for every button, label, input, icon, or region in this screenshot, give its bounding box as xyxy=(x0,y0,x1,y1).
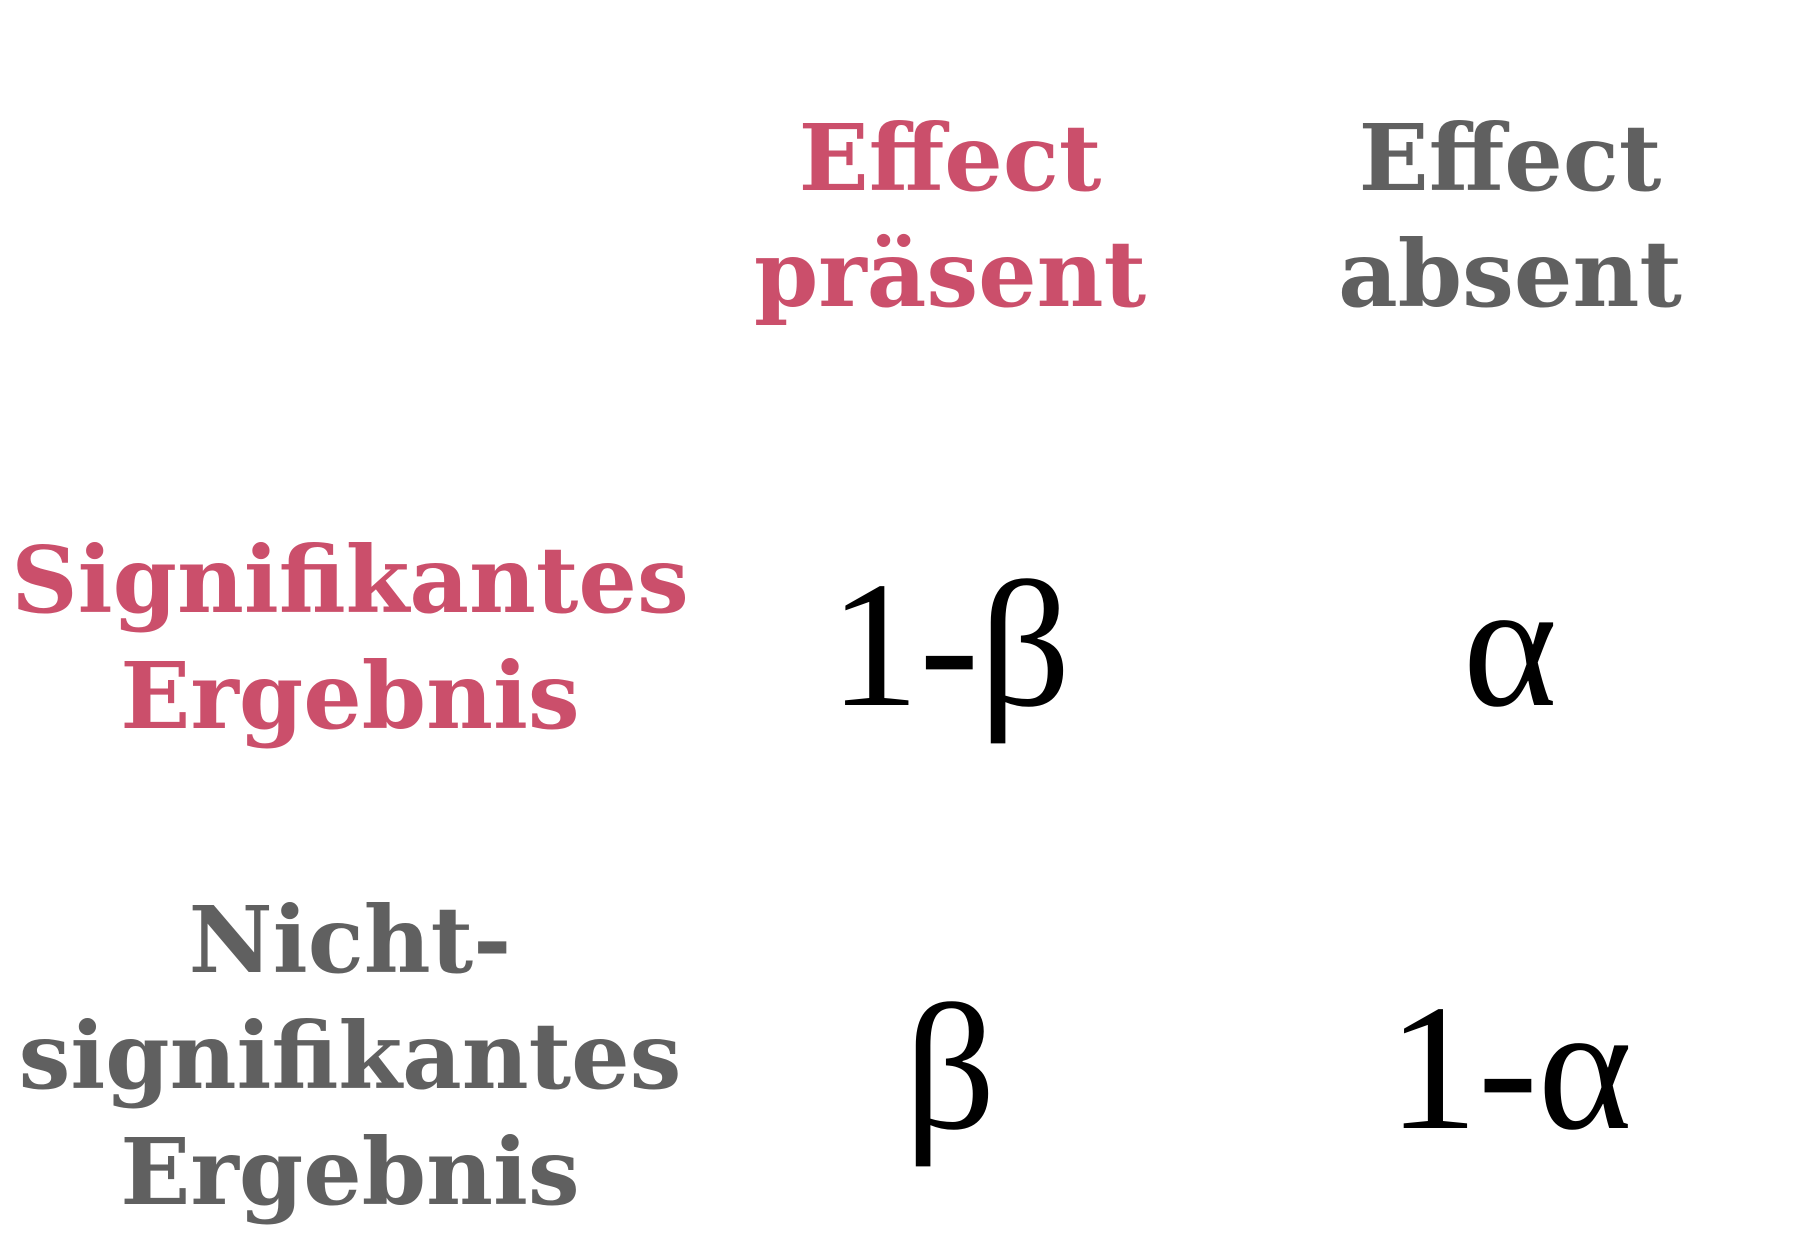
column-header-line: absent xyxy=(1338,220,1682,328)
column-header-effect-absent: Effect absent xyxy=(1270,100,1750,332)
row-label-significant: Signifikantes Ergebnis xyxy=(0,522,700,754)
row-label-line: Nicht- xyxy=(188,886,512,994)
cell-one-minus-alpha: 1-α xyxy=(1387,968,1633,1167)
cell-beta: β xyxy=(904,968,996,1167)
row-label-non-significant: Nicht- signifikantes Ergebnis xyxy=(0,882,700,1230)
row-label-line: Ergebnis xyxy=(120,1118,580,1226)
column-header-line: Effect xyxy=(798,104,1102,212)
column-header-effect-present: Effect präsent xyxy=(710,100,1190,332)
cell-power: 1-β xyxy=(829,545,1071,744)
cell-alpha: α xyxy=(1462,545,1558,744)
column-header-line: präsent xyxy=(753,220,1147,328)
row-label-line: Signifikantes xyxy=(11,526,689,634)
row-label-line: Ergebnis xyxy=(120,642,580,750)
column-header-line: Effect xyxy=(1358,104,1662,212)
row-label-line: signifikantes xyxy=(18,1002,682,1110)
